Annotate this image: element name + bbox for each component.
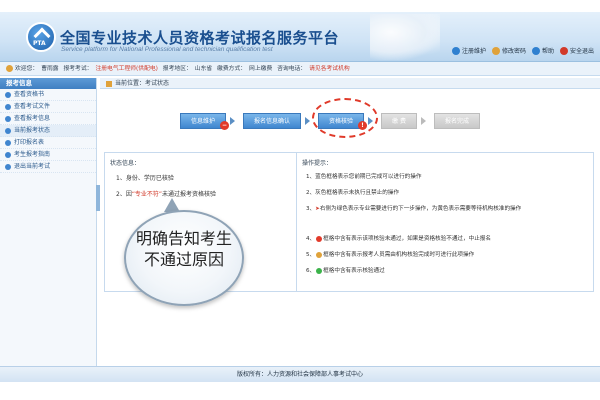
change-password-link[interactable]: 修改密码 <box>491 46 526 55</box>
phone-label: 咨询电话： <box>277 66 307 72</box>
exam-label: 报考考试： <box>63 66 93 72</box>
tip-item: 3、➤右侧为绿色表示专业需要进行的下一步操作，为黄色表示需要等待机构核准的操作 <box>306 204 596 212</box>
area-value: 山东省 <box>194 66 213 72</box>
tip-item: 1、蓝色框格表示您前期已完成可以进行的操作 <box>306 172 596 180</box>
register-link[interactable]: 注册维护 <box>451 46 486 55</box>
tips-title: 操作提示： <box>302 160 333 167</box>
top-links: 注册维护 修改密码 帮助 安全退出 <box>451 46 594 55</box>
help-icon <box>531 46 540 55</box>
site-title: 全国专业技术人员资格考试报名服务平台 <box>60 29 340 47</box>
sidebar: 报考信息 查看资格书 查看考试文件 查看报考信息 当前报考状态 打印报名表 考生… <box>0 78 97 366</box>
tip-text: 框格中含有表示核验通过 <box>323 268 385 274</box>
site-subtitle: Service platform for National Profession… <box>61 46 273 53</box>
yellow-status-dot-icon <box>316 251 323 258</box>
register-link-label: 注册维护 <box>461 48 486 55</box>
footer: 版权所有：人力资源和社会保障部人事考试中心 <box>0 366 600 382</box>
user-info-bar: 欢迎您： 曹雨露 报考考试： 注册电气工程师(供配电) 报考地区： 山东省 缴费方式：… <box>0 62 600 76</box>
tip-text: 灰色框格表示未执行且禁止的操作 <box>315 190 400 196</box>
help-label: 帮助 <box>541 48 554 55</box>
arrow-right-icon <box>230 117 236 125</box>
method-label: 缴费方式： <box>217 66 247 72</box>
sidebar-collapse-handle[interactable] <box>96 185 100 211</box>
sidebar-item-exit-exam[interactable]: 退出当前考试 <box>0 161 96 173</box>
tip-number: 4、 <box>306 236 316 242</box>
step-info-maintenance[interactable]: 信息维护 − <box>180 113 230 130</box>
lock-icon <box>491 46 500 55</box>
tip-number: 5、 <box>306 252 316 258</box>
tip-text: 蓝色框格表示您前期已完成可以进行的操作 <box>315 174 422 180</box>
highlight-circle <box>312 98 378 138</box>
page-frame: PTA 全国专业技术人员资格考试报名服务平台 Service platform … <box>0 0 600 400</box>
breadcrumb: 当前位置：考试状态 <box>100 78 600 89</box>
step-label: 报名完成 <box>444 118 469 125</box>
help-link[interactable]: 帮助 <box>531 46 554 55</box>
tip-text: 框格中含有表示报考人员需由机构核验完成时可进行此项操作 <box>323 252 475 258</box>
status-minus-icon: − <box>220 121 230 130</box>
logout-link[interactable]: 安全退出 <box>559 46 594 55</box>
welcome-label: 欢迎您： <box>15 66 39 72</box>
status-reason: “专业不符” <box>131 191 163 198</box>
tip-item: 6、 框格中含有表示核验通过 <box>306 266 596 274</box>
home-icon <box>451 46 460 55</box>
arrow-right-icon <box>305 117 311 125</box>
header-banner-image <box>370 14 440 60</box>
logout-label: 安全退出 <box>569 48 594 55</box>
callout-text: 明确告知考生不通过原因 <box>135 229 232 269</box>
step-payment: 缴 费 <box>381 113 417 129</box>
user-name: 曹雨露 <box>41 66 59 72</box>
user-icon <box>6 65 13 72</box>
tip-number: 6、 <box>306 268 316 274</box>
panel-divider <box>296 152 297 292</box>
step-registration-confirm[interactable]: 报名信息确认 <box>243 113 302 129</box>
change-password-label: 修改密码 <box>501 48 526 55</box>
status-line-2: 2、因“专业不符”未通过报考资格核验 <box>116 189 216 198</box>
tip-item: 5、 框格中含有表示报考人员需由机构核验完成时可进行此项操作 <box>306 250 596 258</box>
method-value: 网上缴费 <box>249 66 273 72</box>
logo-text: PTA <box>33 40 46 47</box>
tip-number: 3、 <box>306 206 316 212</box>
contact-link[interactable]: 请见各考试机构 <box>309 66 350 72</box>
sidebar-item-certificate[interactable]: 查看资格书 <box>0 89 96 101</box>
step-complete: 报名完成 <box>433 113 480 129</box>
sidebar-item-registration-info[interactable]: 查看报考信息 <box>0 113 96 125</box>
sidebar-item-exam-files[interactable]: 查看考试文件 <box>0 101 96 113</box>
status-line-2-suffix: 未通过报考资格核验 <box>162 191 217 198</box>
exam-name: 注册电气工程师(供配电) <box>95 66 158 72</box>
area-label: 报考地区： <box>162 66 192 72</box>
status-line-2-prefix: 2、因 <box>116 191 132 198</box>
green-status-dot-icon <box>316 267 323 274</box>
arrow-right-icon <box>420 117 426 125</box>
breadcrumb-label: 当前位置： <box>115 80 146 87</box>
tip-text: 右侧为绿色表示专业需要进行的下一步操作，为黄色表示需要等待机构核准的操作 <box>319 206 522 212</box>
breadcrumb-current: 考试状态 <box>145 80 170 87</box>
sidebar-item-guide[interactable]: 考生报考指南 <box>0 149 96 161</box>
tip-number: 1、 <box>306 174 316 180</box>
tip-text: 框格中含有表示该项核验未通过，如果是资格核验不通过，中止报名 <box>323 236 491 242</box>
step-label: 缴 费 <box>392 118 406 125</box>
step-label: 报名信息确认 <box>254 118 291 125</box>
exit-icon <box>559 46 568 55</box>
status-line-1: 1、身份、学历已核验 <box>116 175 174 182</box>
step-label: 信息维护 <box>191 118 216 125</box>
sidebar-title: 报考信息 <box>0 78 96 89</box>
site-header: PTA 全国专业技术人员资格考试报名服务平台 Service platform … <box>0 12 600 62</box>
location-icon <box>106 80 112 87</box>
tip-item: 4、 框格中含有表示该项核验未通过，如果是资格核验不通过，中止报名 <box>306 234 596 242</box>
sidebar-item-current-status[interactable]: 当前报考状态 <box>0 125 96 137</box>
sidebar-item-print-form[interactable]: 打印报名表 <box>0 137 96 149</box>
tip-number: 2、 <box>306 190 316 196</box>
status-title: 状态信息： <box>110 160 141 167</box>
tip-item: 2、灰色框格表示未执行且禁止的操作 <box>306 188 596 196</box>
site-logo: PTA <box>26 22 56 52</box>
red-status-dot-icon <box>316 235 323 242</box>
